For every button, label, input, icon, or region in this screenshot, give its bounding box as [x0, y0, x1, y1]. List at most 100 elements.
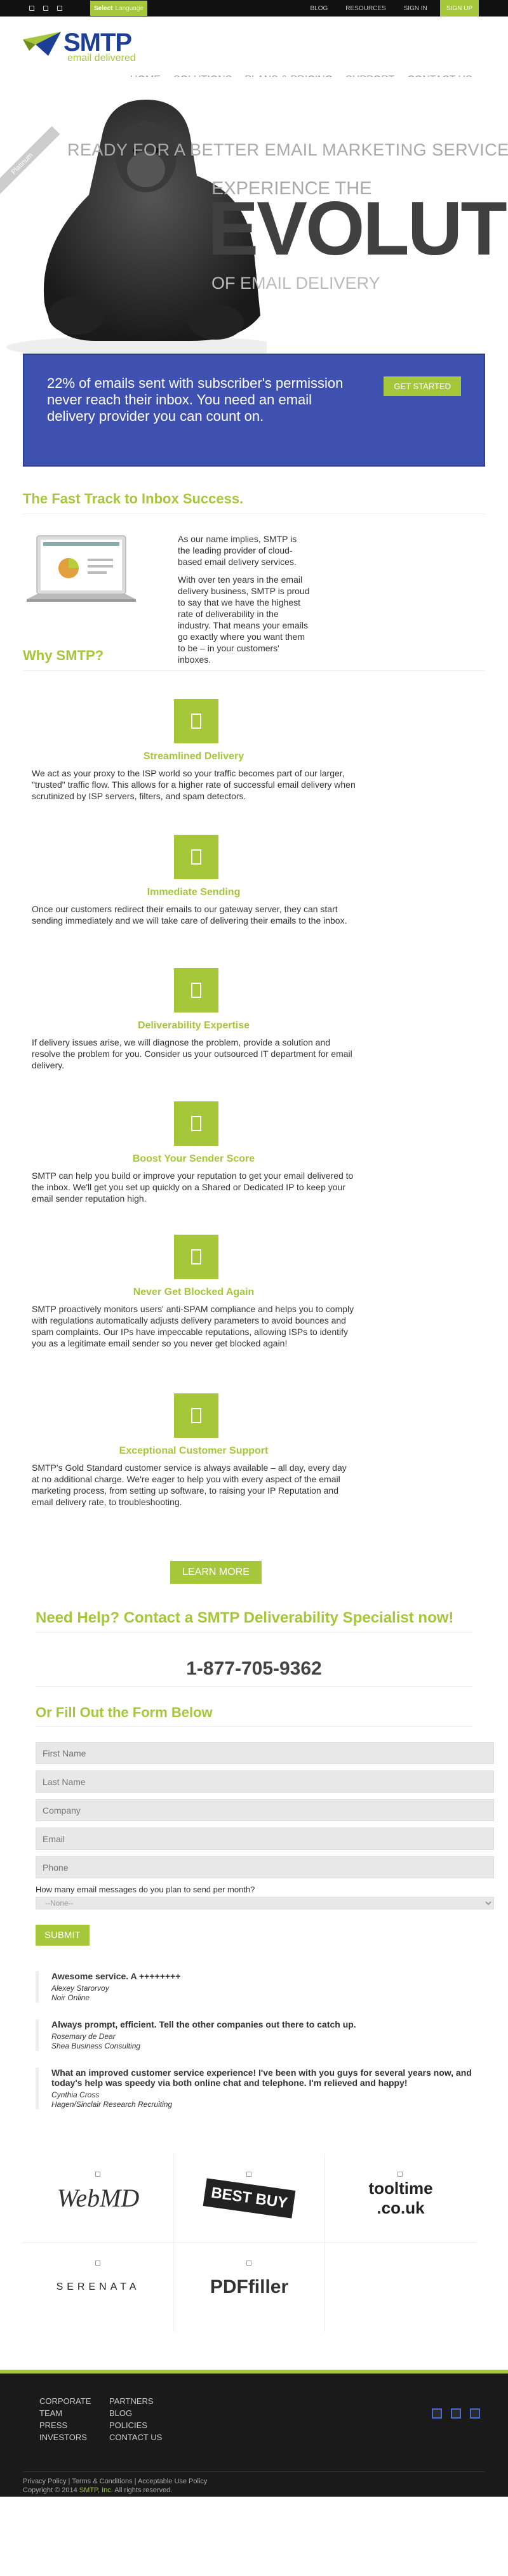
testimonial: Awesome service. A ++++++++ Alexey Staro…	[36, 1971, 472, 2003]
device-icon	[174, 1393, 218, 1438]
footer-links: CORPORATE PARTNERS TEAM BLOG PRESS POLIC…	[39, 2396, 179, 2442]
legal-links[interactable]: Privacy Policy | Terms & Conditions | Ac…	[23, 2477, 485, 2486]
tooltime-logo: tooltime .co.uk	[368, 2178, 433, 2217]
dot-icon	[398, 2172, 403, 2177]
footer-social	[432, 2408, 480, 2419]
feature-title: Deliverability Expertise	[137, 1020, 250, 1031]
banner-text: 22% of emails sent with subscriber's per…	[47, 375, 344, 424]
footer-legal: Privacy Policy | Terms & Conditions | Ac…	[23, 2471, 485, 2495]
help-title: Need Help? Contact a SMTP Deliverability…	[36, 1609, 454, 1626]
copyright: Copyright © 2014	[23, 2486, 77, 2494]
device-icon	[174, 699, 218, 743]
feature-deliverability-expertise: Deliverability Expertise If delivery iss…	[32, 968, 356, 1101]
company-link[interactable]: SMTP, Inc.	[79, 2486, 113, 2494]
footer-team[interactable]: TEAM	[39, 2408, 109, 2418]
phone-number[interactable]: 1-877-705-9362	[36, 1658, 472, 1680]
language-label: Select	[94, 4, 113, 12]
testimonial-company: Noir Online	[51, 1993, 90, 2002]
sign-in-link[interactable]: SIGN IN	[395, 0, 436, 17]
last-name-field[interactable]	[36, 1770, 494, 1793]
resources-link[interactable]: RESOURCES	[337, 0, 394, 17]
client-webmd: WebMD	[23, 2154, 174, 2243]
twitter-icon[interactable]	[451, 2408, 461, 2419]
device-icon	[174, 835, 218, 879]
dot-icon	[246, 2261, 251, 2266]
sign-up-button[interactable]: SIGN UP	[439, 0, 479, 17]
testimonial-quote: Awesome service. A ++++++++	[51, 1971, 181, 1981]
feature-title: Boost Your Sender Score	[132, 1153, 255, 1164]
logo[interactable]: SMTP email delivered	[23, 29, 136, 63]
feature-text: Once our customers redirect their emails…	[32, 904, 347, 926]
feature-text: If delivery issues arise, we will diagno…	[32, 1037, 352, 1070]
logo-name: SMTP	[64, 29, 132, 56]
footer-press[interactable]: PRESS	[39, 2420, 109, 2430]
feature-customer-support: Exceptional Customer Support SMTP's Gold…	[32, 1393, 356, 1561]
feature-text: SMTP's Gold Standard customer service is…	[32, 1463, 347, 1507]
linkedin-icon[interactable]	[470, 2408, 480, 2419]
feature-text: We act as your proxy to the ISP world so…	[32, 768, 356, 801]
laptop-image	[27, 535, 136, 602]
testimonial-name: Alexey Starorvoy	[51, 1984, 109, 1993]
track-section: As our name implies, SMTP is the leading…	[23, 514, 485, 665]
serenata-logo: SERENATA	[56, 2281, 140, 2292]
language-selector[interactable]: Select Language	[90, 1, 147, 16]
footer-policies[interactable]: POLICIES	[109, 2420, 179, 2430]
top-bar: Select Language BLOG RESOURCES SIGN IN S…	[0, 0, 508, 17]
email-field[interactable]	[36, 1828, 494, 1850]
best-buy-logo: BEST BUY	[203, 2177, 296, 2219]
first-name-field[interactable]	[36, 1742, 494, 1764]
feature-title: Streamlined Delivery	[143, 751, 244, 762]
get-started-button[interactable]: GET STARTED	[384, 376, 461, 396]
footer-investors[interactable]: INVESTORS	[39, 2433, 109, 2442]
feature-text: SMTP can help you build or improve your …	[32, 1171, 354, 1204]
testimonial-quote: What an improved customer service experi…	[51, 2068, 472, 2088]
feature-boost-sender-score: Boost Your Sender Score SMTP can help yo…	[32, 1101, 356, 1235]
language-value: Language	[115, 4, 144, 12]
testimonial-company: Shea Business Consulting	[51, 2042, 141, 2050]
facebook-icon[interactable]	[432, 2408, 442, 2419]
device-icon	[174, 968, 218, 1012]
feature-text: SMTP proactively monitors users' anti-SP…	[32, 1304, 354, 1348]
feature-immediate-sending: Immediate Sending Once our customers red…	[32, 835, 356, 968]
hero-line-4: OF EMAIL DELIVERY	[211, 274, 380, 293]
testimonial-name: Cynthia Cross	[51, 2090, 100, 2099]
feature-never-get-blocked: Never Get Blocked Again SMTP proactively…	[32, 1235, 356, 1393]
dot-icon	[246, 2172, 251, 2177]
company-field[interactable]	[36, 1799, 494, 1821]
testimonial: What an improved customer service experi…	[36, 2068, 472, 2109]
client-logos: WebMD BEST BUY tooltime .co.uk SERENATA …	[23, 2154, 485, 2332]
track-paragraph-2: With over ten years in the email deliver…	[178, 574, 310, 665]
google-plus-icon[interactable]	[57, 6, 62, 11]
client-empty	[325, 2243, 476, 2332]
blog-link[interactable]: BLOG	[301, 0, 337, 17]
stats-banner: 22% of emails sent with subscriber's per…	[23, 354, 485, 467]
device-icon	[174, 1101, 218, 1146]
testimonial: Always prompt, efficient. Tell the other…	[36, 2019, 472, 2051]
volume-question: How many email messages do you plan to s…	[36, 1885, 255, 1894]
paper-plane-icon	[23, 32, 61, 56]
submit-button[interactable]: SUBMIT	[36, 1925, 90, 1946]
twitter-icon[interactable]	[43, 6, 48, 11]
track-paragraph-1: As our name implies, SMTP is the leading…	[178, 534, 297, 567]
client-pdffiller: PDFfiller	[174, 2243, 325, 2332]
pdffiller-logo: PDFfiller	[210, 2276, 289, 2297]
hero-line-1: READY FOR A BETTER EMAIL MARKETING SERVI…	[67, 140, 508, 159]
feature-title: Exceptional Customer Support	[119, 1445, 269, 1456]
top-links: BLOG RESOURCES SIGN IN SIGN UP	[301, 0, 479, 17]
footer-contact-us[interactable]: CONTACT US	[109, 2433, 179, 2442]
footer-partners[interactable]: PARTNERS	[109, 2396, 179, 2406]
feature-title: Immediate Sending	[147, 887, 241, 898]
hero: Platinum READY FOR A BETTER EMAIL MARKET…	[0, 77, 508, 360]
rights: All rights reserved.	[114, 2486, 173, 2494]
phone-field[interactable]	[36, 1856, 494, 1878]
footer-blog[interactable]: BLOG	[109, 2408, 179, 2418]
contact-form: How many email messages do you plan to s…	[36, 1742, 494, 1946]
volume-select[interactable]: --None--	[36, 1897, 494, 1909]
facebook-icon[interactable]	[29, 6, 34, 11]
footer-corporate[interactable]: CORPORATE	[39, 2396, 109, 2406]
client-tooltime: tooltime .co.uk	[325, 2154, 476, 2243]
testimonial-quote: Always prompt, efficient. Tell the other…	[51, 2019, 356, 2029]
header: SMTP email delivered	[0, 17, 508, 77]
hero-line-3: EVOLUTION	[208, 186, 508, 271]
learn-more-button[interactable]: LEARN MORE	[170, 1561, 262, 1584]
